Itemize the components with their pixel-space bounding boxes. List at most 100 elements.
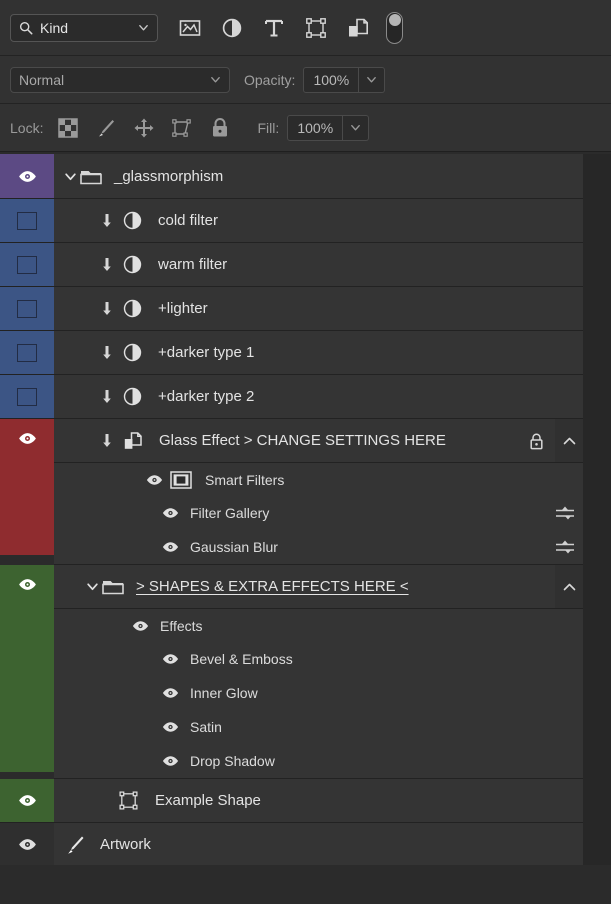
opacity-stepper[interactable] [359,67,385,93]
visibility-eye-icon[interactable] [162,541,179,553]
layer-row-body[interactable]: cold filter [54,199,583,242]
smart-filter-row-gaussian-blur[interactable]: Gaussian Blur [54,530,583,565]
row-body[interactable]: Satin [54,710,583,744]
layer-row-group-glassmorphism[interactable]: _glassmorphism [0,154,583,199]
layer-name[interactable]: +darker type 2 [158,388,254,405]
layer-row-body[interactable]: Example Shape [54,779,583,822]
layer-row-body[interactable]: Artwork [54,823,583,866]
effects-header-row[interactable]: Effects [54,609,583,642]
blend-mode-select[interactable]: Normal [10,67,230,93]
color-tag-blue[interactable] [0,243,54,286]
layer-name[interactable]: +lighter [158,300,208,317]
layer-row-body[interactable]: +darker type 1 [54,331,583,374]
visibility-eye-icon[interactable] [18,170,37,183]
layer-list[interactable]: _glassmorphism cold filter [0,154,611,865]
color-tag-blue[interactable] [0,331,54,374]
effect-name[interactable]: Inner Glow [190,685,258,701]
color-tag-blue[interactable] [0,199,54,242]
disclosure-expanded-icon[interactable] [64,170,77,183]
layer-row-body[interactable]: > SHAPES & EXTRA EFFECTS HERE < fx [54,565,583,608]
layer-row-example-shape[interactable]: Example Shape [0,779,583,823]
lock-icon[interactable] [528,432,545,450]
layer-row-glass-effect[interactable]: Glass Effect > CHANGE SETTINGS HERE [54,419,583,463]
type-layer-filter-icon[interactable] [262,16,286,40]
visibility-eye-icon[interactable] [162,653,179,665]
collapse-effects-button[interactable] [555,565,583,608]
chevron-down-icon[interactable] [138,22,149,33]
lock-artboard-nesting-icon[interactable] [171,117,193,139]
kind-filter-select[interactable]: Kind [10,14,158,42]
color-tag-green[interactable] [0,565,54,772]
effect-row-inner-glow[interactable]: Inner Glow [54,676,583,710]
adjustment-layer-filter-icon[interactable] [220,16,244,40]
visibility-eye-icon[interactable] [18,838,37,851]
lock-all-icon[interactable] [209,117,231,139]
filter-blending-options-icon[interactable] [555,505,575,521]
effect-row-satin[interactable]: Satin [54,710,583,744]
smart-filter-name[interactable]: Gaussian Blur [190,539,278,555]
visibility-toggle-off[interactable] [17,300,37,318]
fill-stepper[interactable] [343,115,369,141]
row-body[interactable]: Effects [54,609,583,642]
effect-name[interactable]: Satin [190,719,222,735]
visibility-eye-icon[interactable] [132,620,149,632]
visibility-eye-icon[interactable] [18,578,37,591]
layer-name[interactable]: Example Shape [155,792,261,809]
visibility-eye-icon[interactable] [162,755,179,767]
fill-input[interactable]: 100% [287,115,343,141]
layer-name[interactable]: +darker type 1 [158,344,254,361]
layer-row-body[interactable]: +darker type 2 [54,375,583,418]
layer-row-cold-filter[interactable]: cold filter [0,199,583,243]
visibility-toggle-off[interactable] [17,344,37,362]
effect-row-bevel-emboss[interactable]: Bevel & Emboss [54,642,583,676]
visibility-eye-icon[interactable] [146,474,163,486]
chevron-down-icon[interactable] [210,74,221,85]
pixel-layer-filter-icon[interactable] [178,16,202,40]
color-tag-green[interactable] [0,779,54,822]
lock-transparent-pixels-icon[interactable] [57,117,79,139]
layer-name[interactable]: Glass Effect > CHANGE SETTINGS HERE [159,432,446,449]
visibility-eye-icon[interactable] [162,507,179,519]
color-tag-none[interactable] [0,823,54,866]
color-tag-blue[interactable] [0,287,54,330]
effect-name[interactable]: Drop Shadow [190,753,275,769]
shape-layer-filter-icon[interactable] [304,16,328,40]
layer-name[interactable]: warm filter [158,256,227,273]
layer-row-body[interactable]: warm filter [54,243,583,286]
visibility-eye-icon[interactable] [162,687,179,699]
filter-enable-toggle[interactable] [386,12,403,44]
visibility-toggle-off[interactable] [17,256,37,274]
layer-row-lighter[interactable]: +lighter [0,287,583,331]
lock-position-icon[interactable] [133,117,155,139]
layer-row-group-shapes[interactable]: > SHAPES & EXTRA EFFECTS HERE < fx [54,565,583,609]
visibility-toggle-off[interactable] [17,388,37,406]
color-tag-red[interactable] [0,419,54,555]
row-body[interactable]: Gaussian Blur [54,530,583,564]
effect-row-drop-shadow[interactable]: Drop Shadow [54,744,583,779]
smart-filters-header-row[interactable]: Smart Filters [54,463,583,496]
layer-row-darker-type-2[interactable]: +darker type 2 [0,375,583,419]
layer-name-editing[interactable]: > SHAPES & EXTRA EFFECTS HERE < [136,578,423,595]
color-tag-blue[interactable] [0,375,54,418]
smart-object-filter-icon[interactable] [346,16,370,40]
row-body[interactable]: Smart Filters [54,463,583,496]
layer-row-body[interactable]: +lighter [54,287,583,330]
row-body[interactable]: Drop Shadow [54,744,583,778]
row-body[interactable]: Inner Glow [54,676,583,710]
disclosure-expanded-icon[interactable] [86,580,99,593]
layer-row-warm-filter[interactable]: warm filter [0,243,583,287]
lock-image-pixels-icon[interactable] [95,117,117,139]
filter-blending-options-icon[interactable] [555,539,575,555]
visibility-toggle-off[interactable] [17,212,37,230]
smart-filter-name[interactable]: Filter Gallery [190,505,269,521]
layer-name[interactable]: cold filter [158,212,218,229]
layer-name[interactable]: _glassmorphism [114,168,223,185]
layer-row-body[interactable]: Glass Effect > CHANGE SETTINGS HERE [54,419,583,462]
visibility-eye-icon[interactable] [18,432,37,445]
visibility-eye-icon[interactable] [18,794,37,807]
visibility-eye-icon[interactable] [162,721,179,733]
layer-name[interactable]: Artwork [100,836,151,853]
row-body[interactable]: Filter Gallery [54,496,583,530]
opacity-input[interactable]: 100% [303,67,359,93]
row-body[interactable]: Bevel & Emboss [54,642,583,676]
